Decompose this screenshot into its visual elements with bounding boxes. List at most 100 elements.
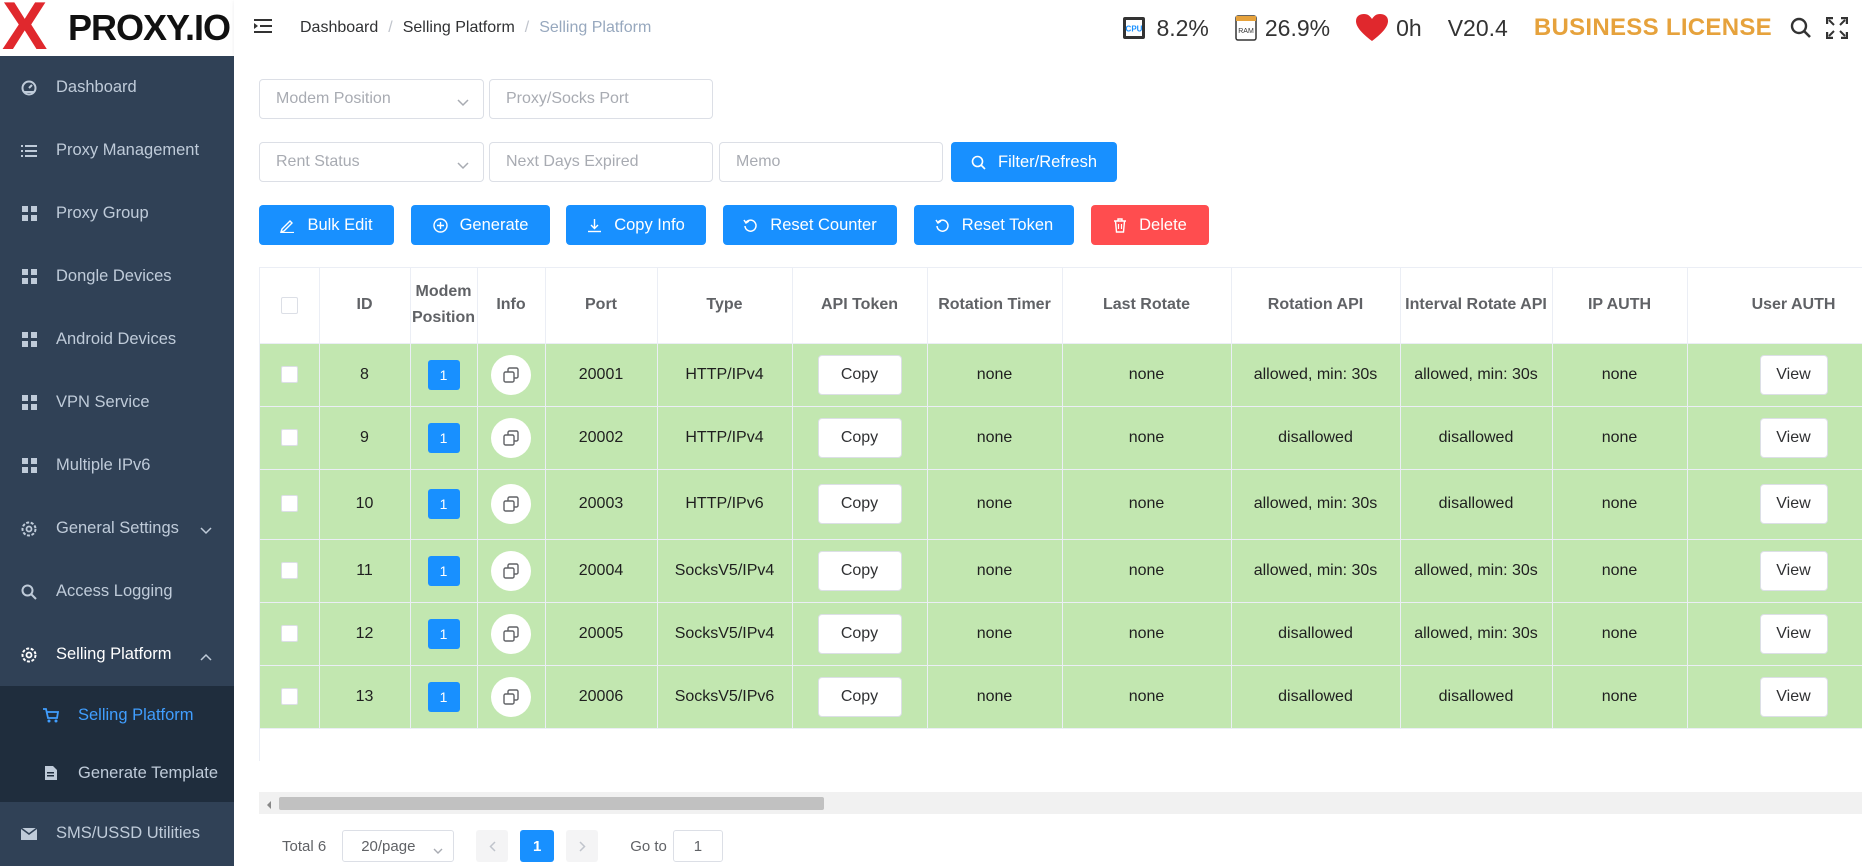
- memo-placeholder: Memo: [736, 153, 781, 170]
- view-user-auth-button[interactable]: View: [1759, 484, 1828, 524]
- row-checkbox[interactable]: [280, 687, 298, 705]
- sidebar-subitem-selling-platform[interactable]: Selling Platform: [0, 686, 234, 744]
- table-row[interactable]: 8 1 20001 HTTP/IPv4 Copy none none allowed, min…: [260, 343, 1862, 407]
- row-checkbox[interactable]: [280, 495, 298, 513]
- view-user-auth-button[interactable]: View: [1759, 354, 1828, 395]
- sidebar-item-access-logging[interactable]: Access Logging: [0, 560, 234, 623]
- view-user-auth-button[interactable]: View: [1759, 550, 1828, 591]
- generate-button[interactable]: Generate: [411, 205, 550, 245]
- pagination: Total 6 20/page 1 Go to: [282, 826, 723, 866]
- copy-token-button[interactable]: Copy: [817, 484, 902, 524]
- bulk-edit-button[interactable]: Bulk Edit: [259, 205, 394, 245]
- modem-position-select[interactable]: Modem Position: [259, 79, 484, 119]
- cell-api-token: Copy: [792, 406, 928, 470]
- cell-info: [477, 469, 546, 540]
- row-checkbox[interactable]: [280, 365, 298, 383]
- copy-token-button[interactable]: Copy: [817, 417, 902, 458]
- breadcrumb-item-dashboard[interactable]: Dashboard: [300, 19, 378, 37]
- rent-status-select[interactable]: Rent Status: [259, 142, 484, 182]
- cpu-stat: CPU 8.2%: [1120, 14, 1209, 42]
- modem-position-badge[interactable]: 1: [427, 489, 460, 519]
- hamburger-icon[interactable]: [254, 18, 274, 39]
- view-user-auth-button[interactable]: View: [1759, 417, 1828, 458]
- row-checkbox[interactable]: [280, 428, 298, 446]
- modem-position-badge[interactable]: 1: [427, 681, 460, 712]
- modem-position-badge[interactable]: 1: [427, 422, 460, 453]
- sidebar-item-proxy-management[interactable]: Proxy Management: [0, 119, 234, 182]
- main-content: Modem Position Proxy/Socks Port Rent Sta…: [234, 56, 1862, 866]
- cpu-icon-label: CPU: [1126, 25, 1143, 34]
- reset-counter-label: Reset Counter: [770, 215, 877, 234]
- modem-position-badge[interactable]: 1: [427, 618, 460, 649]
- copy-icon[interactable]: [491, 484, 531, 524]
- proxy-port-placeholder: Proxy/Socks Port: [506, 90, 629, 107]
- select-all-checkbox[interactable]: [280, 296, 298, 314]
- view-user-auth-button[interactable]: View: [1759, 676, 1828, 717]
- cell-type: HTTP/IPv6: [657, 469, 793, 540]
- copy-info-button[interactable]: Copy Info: [566, 205, 706, 245]
- copy-token-button[interactable]: Copy: [817, 676, 902, 717]
- cpu-icon: CPU: [1120, 14, 1148, 42]
- fullscreen-icon[interactable]: [1826, 17, 1848, 39]
- row-checkbox[interactable]: [280, 561, 298, 579]
- cell-type: SocksV5/IPv6: [657, 665, 793, 729]
- search-icon[interactable]: [1790, 17, 1812, 39]
- proxy-port-input[interactable]: Proxy/Socks Port: [489, 79, 713, 119]
- sidebar-item-vpn-service[interactable]: VPN Service: [0, 371, 234, 434]
- sidebar-item-dashboard[interactable]: Dashboard: [0, 56, 234, 119]
- cell-rotation-api: allowed, min: 30s: [1231, 539, 1401, 603]
- reset-token-button[interactable]: Reset Token: [914, 205, 1074, 245]
- breadcrumb-item-selling-platform[interactable]: Selling Platform: [403, 19, 515, 37]
- copy-token-button[interactable]: Copy: [817, 550, 902, 591]
- modem-position-badge[interactable]: 1: [427, 359, 460, 390]
- page-size-select[interactable]: 20/page: [342, 830, 455, 862]
- sidebar-item-sms-ussd[interactable]: SMS/USSD Utilities: [0, 802, 234, 865]
- table-row[interactable]: 10 1 20003 HTTP/IPv6 Copy none none allowed, mi…: [260, 469, 1862, 540]
- sidebar-item-android-devices[interactable]: Android Devices: [0, 308, 234, 371]
- cell-info: [477, 343, 546, 407]
- trash-icon: [1113, 217, 1127, 233]
- reset-counter-button[interactable]: Reset Counter: [723, 205, 897, 245]
- copy-icon[interactable]: [491, 613, 531, 654]
- search-icon: [971, 155, 986, 170]
- next-days-expired-input[interactable]: Next Days Expired: [489, 142, 713, 182]
- cell-port: 20003: [545, 469, 658, 540]
- sidebar-item-multiple-ipv6[interactable]: Multiple IPv6: [0, 434, 234, 497]
- sidebar-item-selling-platform[interactable]: Selling Platform: [0, 623, 234, 686]
- copy-icon[interactable]: [491, 676, 531, 717]
- sidebar-item-label: Android Devices: [56, 330, 177, 348]
- scroll-left-icon[interactable]: [265, 797, 273, 815]
- logo[interactable]: X PROXY.IO: [0, 0, 234, 56]
- copy-icon[interactable]: [491, 354, 531, 395]
- filter-refresh-button[interactable]: Filter/Refresh: [951, 142, 1117, 182]
- table-row[interactable]: 9 1 20002 HTTP/IPv4 Copy none none disallowed di…: [260, 406, 1862, 470]
- copy-icon[interactable]: [491, 417, 531, 458]
- memo-input[interactable]: Memo: [719, 142, 943, 182]
- copy-token-button[interactable]: Copy: [817, 354, 902, 395]
- table-row[interactable]: 13 1 20006 SocksV5/IPv6 Copy none none disallow…: [260, 665, 1862, 729]
- sidebar-item-dongle-devices[interactable]: Dongle Devices: [0, 245, 234, 308]
- sidebar-subitem-generate-template[interactable]: Generate Template: [0, 744, 234, 802]
- modem-position-badge[interactable]: 1: [427, 555, 460, 586]
- next-page-button[interactable]: [566, 830, 599, 862]
- chevron-down-icon: [457, 157, 469, 175]
- horizontal-scrollbar[interactable]: [259, 792, 1862, 814]
- row-checkbox[interactable]: [280, 624, 298, 642]
- cell-type: SocksV5/IPv4: [657, 602, 793, 666]
- delete-button[interactable]: Delete: [1091, 205, 1209, 245]
- ram-icon-label: RAM: [1238, 28, 1254, 35]
- copy-token-button[interactable]: Copy: [817, 613, 902, 654]
- page-number-current[interactable]: 1: [520, 830, 555, 862]
- view-user-auth-button[interactable]: View: [1759, 613, 1828, 654]
- table-row[interactable]: 11 1 20004 SocksV5/IPv4 Copy none none allowed,…: [260, 539, 1862, 603]
- prev-page-button[interactable]: [476, 830, 509, 862]
- bulk-edit-label: Bulk Edit: [307, 215, 373, 234]
- copy-icon[interactable]: [491, 550, 531, 591]
- scrollbar-thumb[interactable]: [279, 797, 824, 810]
- sidebar: X PROXY.IO Dashboard Proxy Management Pr…: [0, 0, 234, 866]
- sidebar-item-general-settings[interactable]: General Settings: [0, 497, 234, 560]
- goto-page-input[interactable]: [672, 830, 723, 862]
- cell-port: 20005: [545, 602, 658, 666]
- sidebar-item-proxy-group[interactable]: Proxy Group: [0, 182, 234, 245]
- table-row[interactable]: 12 1 20005 SocksV5/IPv4 Copy none none disallow…: [260, 602, 1862, 666]
